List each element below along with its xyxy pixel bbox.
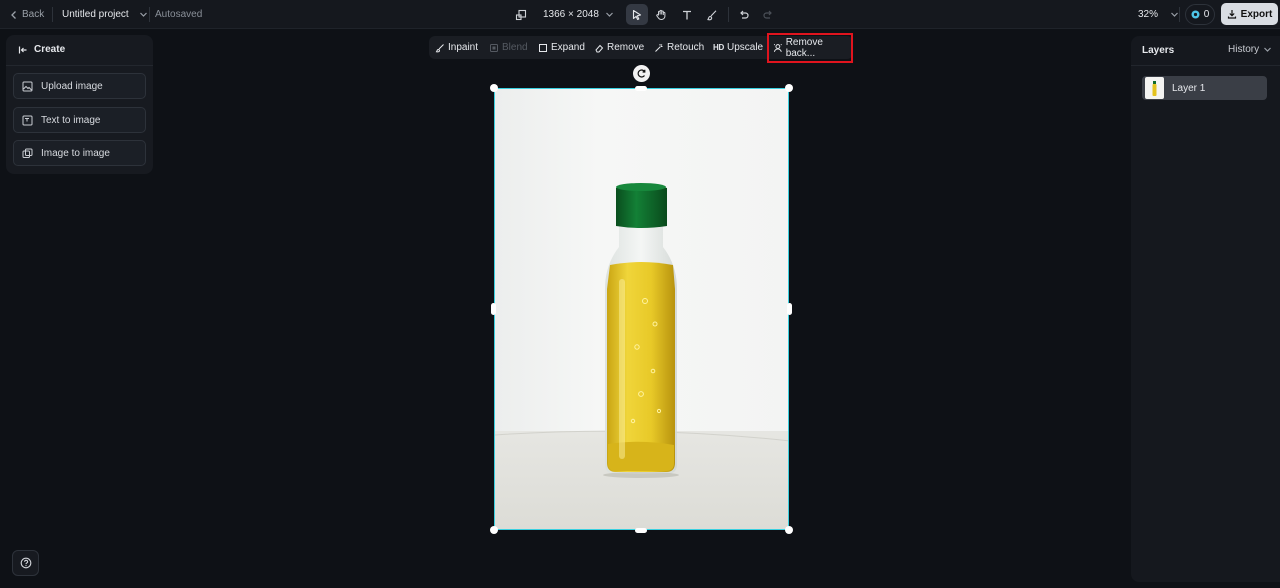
brush-tool[interactable] bbox=[701, 4, 723, 25]
blend-button[interactable]: Blend bbox=[489, 36, 528, 59]
expand-icon bbox=[539, 43, 547, 52]
remove-label: Remove bbox=[607, 42, 645, 53]
redo-button[interactable] bbox=[757, 4, 779, 25]
credits-count: 0 bbox=[1203, 9, 1210, 20]
select-tool[interactable] bbox=[626, 4, 648, 25]
upscale-label: Upscale bbox=[726, 42, 764, 53]
project-name-dropdown[interactable]: Untitled project bbox=[62, 0, 148, 29]
retouch-wand-icon bbox=[655, 43, 663, 52]
retouch-label: Retouch bbox=[667, 42, 705, 53]
back-label: Back bbox=[22, 9, 45, 20]
inpaint-button[interactable]: Inpaint bbox=[435, 36, 478, 59]
download-icon bbox=[1227, 10, 1236, 19]
collapse-left-icon bbox=[18, 46, 27, 53]
text-tool[interactable] bbox=[676, 4, 698, 25]
layers-panel: Layers History Layer 1 bbox=[1131, 36, 1280, 582]
canvas-size-dropdown[interactable]: 1366 × 2048 bbox=[515, 0, 614, 29]
canvas-dimensions: 1366 × 2048 bbox=[543, 9, 599, 20]
chevron-down-icon bbox=[1171, 12, 1178, 17]
expand-label: Expand bbox=[551, 42, 585, 53]
resize-icon bbox=[515, 9, 527, 20]
divider bbox=[728, 7, 729, 22]
divider bbox=[6, 65, 153, 66]
layer-name: Layer 1 bbox=[1172, 82, 1206, 94]
brush-icon bbox=[707, 9, 717, 20]
project-name: Untitled project bbox=[62, 9, 129, 20]
chevron-left-icon bbox=[11, 10, 16, 19]
back-button[interactable]: Back bbox=[10, 0, 44, 29]
image-to-image-icon bbox=[22, 148, 33, 158]
zoom-dropdown[interactable]: 32% bbox=[1138, 0, 1179, 29]
inpaint-label: Inpaint bbox=[448, 42, 479, 53]
redo-icon bbox=[763, 10, 772, 19]
text-icon bbox=[683, 10, 691, 19]
divider bbox=[149, 7, 150, 22]
layer-thumbnail bbox=[1145, 77, 1164, 99]
upload-image-icon bbox=[22, 81, 33, 91]
zoom-level: 32% bbox=[1138, 9, 1159, 20]
bottle-photo bbox=[495, 89, 788, 529]
history-dropdown[interactable]: History bbox=[1228, 44, 1272, 55]
layers-title: Layers bbox=[1142, 45, 1175, 56]
resize-handle-bottom-left[interactable] bbox=[490, 526, 498, 534]
chevron-down-icon bbox=[1264, 47, 1272, 52]
blend-label: Blend bbox=[502, 42, 528, 53]
image-to-image-label: Image to image bbox=[41, 147, 110, 159]
export-button[interactable]: Export bbox=[1221, 3, 1278, 25]
resize-handle-bottom-right[interactable] bbox=[785, 526, 793, 534]
resize-handle-top-right[interactable] bbox=[785, 84, 793, 92]
hd-badge-icon: HD bbox=[713, 43, 724, 52]
create-panel: Create Upload image Text to image Image … bbox=[6, 35, 153, 174]
blend-icon bbox=[490, 43, 498, 52]
rotate-handle[interactable] bbox=[633, 65, 650, 82]
upscale-button[interactable]: HD Upscale bbox=[713, 36, 763, 59]
layer-item[interactable]: Layer 1 bbox=[1142, 76, 1267, 100]
inpaint-brush-icon bbox=[435, 43, 444, 52]
cursor-icon bbox=[632, 9, 642, 20]
remove-button[interactable]: Remove bbox=[594, 36, 644, 59]
credit-coin-icon bbox=[1191, 10, 1200, 19]
upload-image-button[interactable]: Upload image bbox=[13, 73, 146, 99]
chevron-down-icon bbox=[139, 12, 147, 17]
hand-icon bbox=[656, 9, 666, 20]
resize-handle-top[interactable] bbox=[635, 86, 647, 91]
text-to-image-button[interactable]: Text to image bbox=[13, 107, 146, 133]
export-label: Export bbox=[1240, 8, 1273, 20]
resize-handle-top-left[interactable] bbox=[490, 84, 498, 92]
undo-icon bbox=[740, 10, 749, 19]
help-icon bbox=[20, 557, 31, 569]
canvas-image[interactable] bbox=[494, 88, 789, 530]
retouch-button[interactable]: Retouch bbox=[654, 36, 704, 59]
divider bbox=[52, 7, 53, 22]
eraser-icon bbox=[595, 44, 604, 52]
create-panel-title: Create bbox=[34, 44, 66, 55]
resize-handle-left[interactable] bbox=[491, 303, 496, 315]
save-status: Autosaved bbox=[155, 9, 203, 20]
chevron-down-icon bbox=[605, 12, 613, 17]
undo-button[interactable] bbox=[733, 4, 755, 25]
resize-handle-bottom[interactable] bbox=[635, 528, 647, 533]
text-to-image-label: Text to image bbox=[41, 114, 101, 126]
text-to-image-icon bbox=[22, 115, 33, 125]
upload-image-label: Upload image bbox=[41, 80, 103, 92]
credits-badge[interactable]: 0 bbox=[1185, 4, 1215, 25]
divider bbox=[1179, 7, 1180, 22]
history-label: History bbox=[1228, 44, 1260, 55]
top-bar: Back Untitled project Autosaved 1366 × 2… bbox=[0, 0, 1280, 29]
image-to-image-button[interactable]: Image to image bbox=[13, 140, 146, 166]
help-button[interactable] bbox=[12, 550, 39, 576]
highlight-box bbox=[767, 33, 853, 63]
rotate-icon bbox=[637, 69, 646, 78]
resize-handle-right[interactable] bbox=[787, 303, 792, 315]
divider bbox=[1131, 65, 1280, 66]
expand-button[interactable]: Expand bbox=[538, 36, 585, 59]
create-panel-header[interactable]: Create bbox=[18, 44, 65, 55]
hand-tool[interactable] bbox=[650, 4, 672, 25]
